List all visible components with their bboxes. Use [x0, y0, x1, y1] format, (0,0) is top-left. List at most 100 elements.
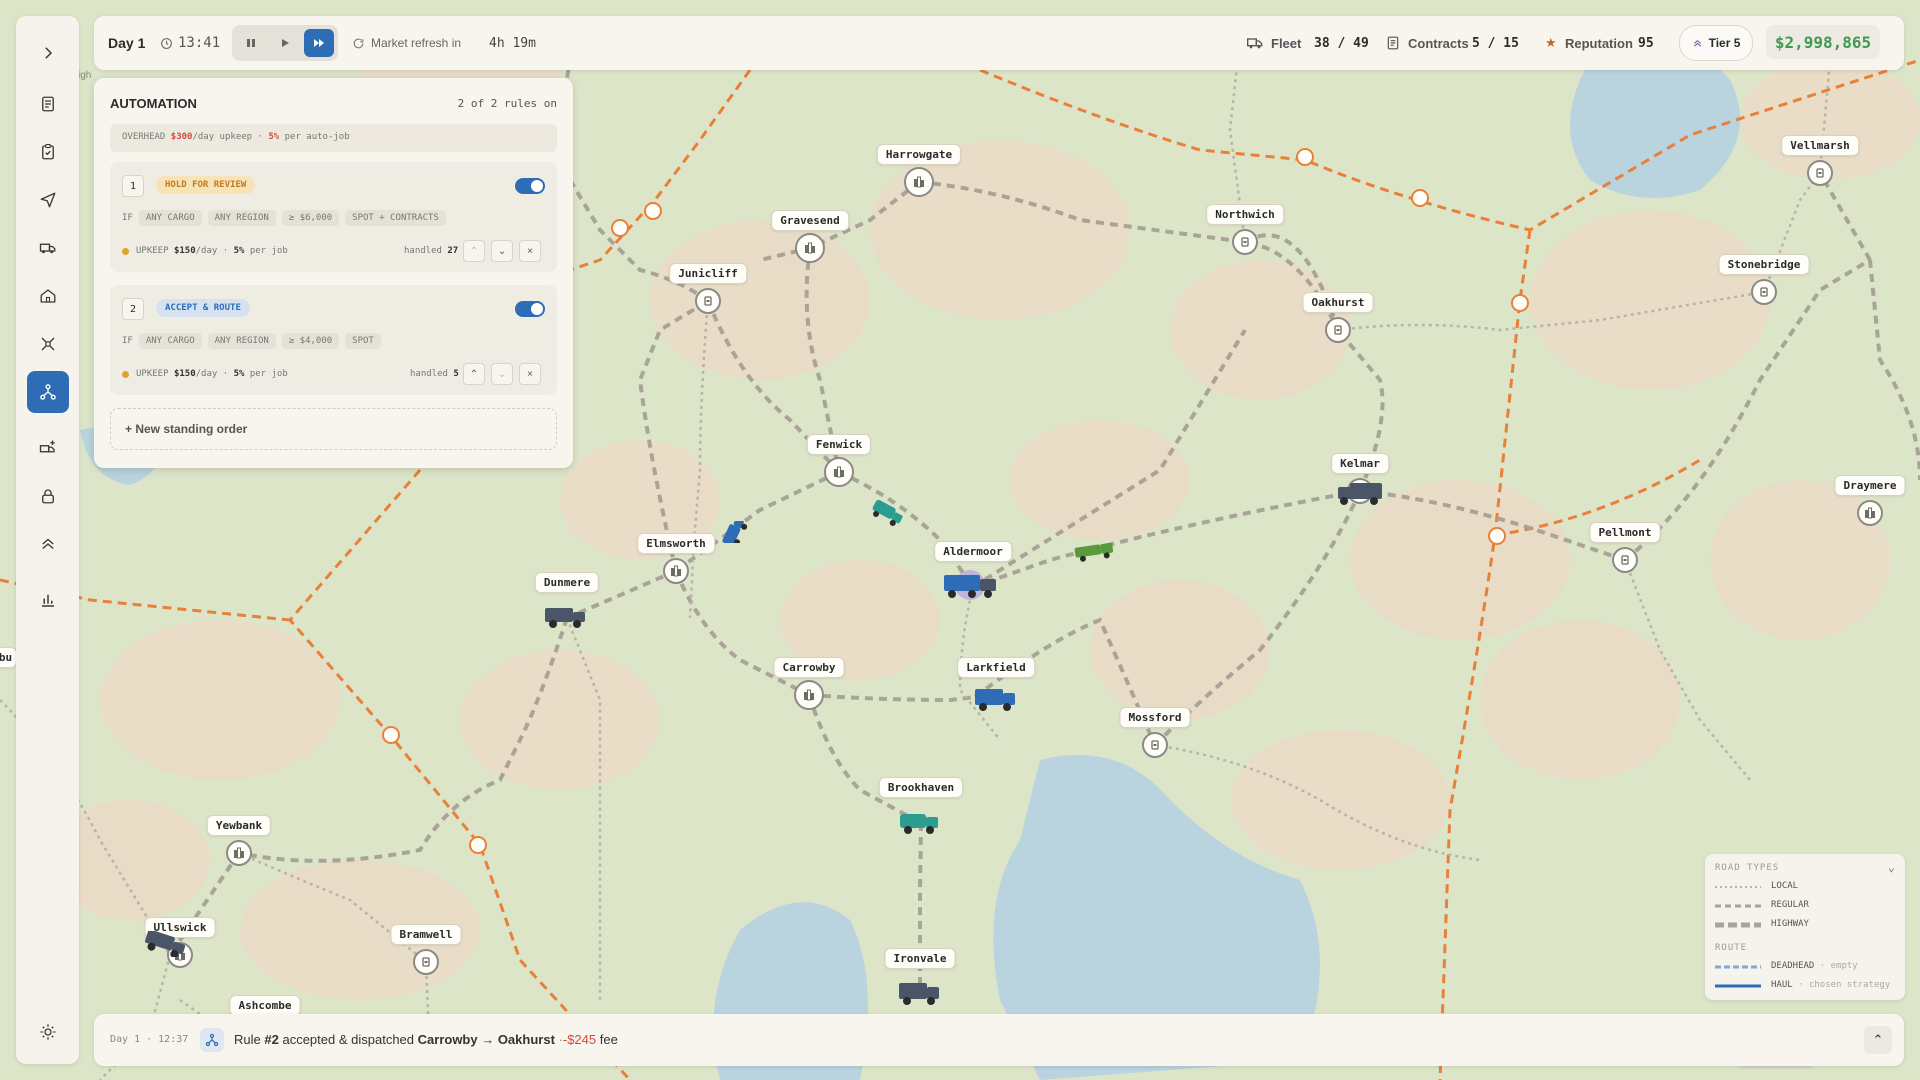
- collapse-legend-button[interactable]: ⌄: [1888, 860, 1895, 874]
- town-label[interactable]: Dunmere: [534, 572, 600, 593]
- move-down-button[interactable]: ⌄: [491, 240, 513, 262]
- move-up-button[interactable]: ⌃: [463, 363, 485, 385]
- sidebar-item-locked[interactable]: [27, 475, 69, 517]
- truck-icon[interactable]: [543, 604, 589, 630]
- expand-log-button[interactable]: ⌃: [1864, 1026, 1892, 1054]
- town-label[interactable]: Harrowgate: [876, 144, 962, 165]
- move-down-button[interactable]: ⌄: [491, 363, 513, 385]
- sidebar-item-fleet[interactable]: [27, 227, 69, 269]
- depot-icon[interactable]: [226, 840, 252, 866]
- automation-event-icon: [200, 1028, 224, 1052]
- rule-enabled-toggle[interactable]: [515, 178, 545, 194]
- depot-icon[interactable]: [1857, 500, 1883, 526]
- town-stop-icon[interactable]: [1325, 317, 1351, 343]
- contracts-icon: [1387, 16, 1399, 70]
- town-label[interactable]: Junicliff: [669, 263, 747, 284]
- town-stop-icon[interactable]: [1232, 229, 1258, 255]
- town-label[interactable]: Mossford: [1119, 707, 1191, 728]
- town-label[interactable]: Kelmar: [1331, 453, 1389, 474]
- depot-icon[interactable]: [663, 558, 689, 584]
- town-label[interactable]: Pellmont: [1589, 522, 1661, 543]
- sidebar-item-buy-truck[interactable]: [27, 427, 69, 469]
- truck-icon[interactable]: [942, 569, 1002, 601]
- town-label[interactable]: Vellmarsh: [1781, 135, 1859, 156]
- town-label[interactable]: Stonebridge: [1718, 254, 1810, 275]
- money-balance: $2,998,865: [1766, 25, 1880, 59]
- fleet-truck-icon: [1247, 16, 1263, 70]
- tier-badge[interactable]: Tier 5: [1679, 25, 1753, 61]
- scope-chip[interactable]: SPOT + CONTRACTS: [345, 210, 446, 226]
- truck-icon[interactable]: [717, 521, 751, 543]
- town-label[interactable]: Carrowby: [773, 657, 845, 678]
- rule-action-badge[interactable]: ACCEPT & ROUTE: [156, 299, 250, 317]
- rule-enabled-toggle[interactable]: [515, 301, 545, 317]
- rule-card[interactable]: 1 HOLD FOR REVIEW IF ANY CARGO ANY REGIO…: [110, 162, 557, 272]
- depot-icon[interactable]: [824, 457, 854, 487]
- sidebar-item-automation[interactable]: [27, 371, 69, 413]
- truck-icon[interactable]: [973, 685, 1019, 711]
- event-log-bar[interactable]: Day 1 · 12:37 Rule #2 accepted & dispatc…: [94, 1014, 1904, 1066]
- new-standing-order-button[interactable]: + New standing order: [110, 408, 557, 450]
- min-value-chip[interactable]: ≥ $4,000: [281, 333, 340, 349]
- town-stop-icon[interactable]: [1612, 547, 1638, 573]
- sidebar-item-depots[interactable]: [27, 275, 69, 317]
- truck-icon[interactable]: [897, 979, 943, 1007]
- town-stop-icon[interactable]: [1142, 732, 1168, 758]
- town-label[interactable]: Bramwell: [390, 924, 462, 945]
- town-label[interactable]: Fenwick: [806, 434, 872, 455]
- town-label[interactable]: Elmsworth: [637, 533, 715, 554]
- new-standing-order-label: + New standing order: [125, 422, 248, 436]
- move-up-button[interactable]: ⌃: [463, 240, 485, 262]
- depot-icon[interactable]: [904, 167, 934, 197]
- pause-button[interactable]: [236, 29, 266, 57]
- region-chip[interactable]: ANY REGION: [207, 210, 276, 226]
- town-label[interactable]: Yewbank: [206, 815, 272, 836]
- regular-road-swatch: [1715, 904, 1761, 908]
- town-stop-icon[interactable]: [695, 288, 721, 314]
- highway-road-swatch: [1715, 922, 1761, 928]
- truck-icon[interactable]: [143, 931, 189, 957]
- truck-icon[interactable]: [1072, 539, 1118, 563]
- upkeep-cost: $150: [173, 246, 196, 256]
- rule-card[interactable]: 2 ACCEPT & ROUTE IF ANY CARGO ANY REGION…: [110, 285, 557, 395]
- sidebar-item-contracts[interactable]: [27, 131, 69, 173]
- depot-icon[interactable]: [795, 233, 825, 263]
- play-button[interactable]: [270, 29, 300, 57]
- upkeep-unit: /day ·: [195, 246, 229, 256]
- town-label[interactable]: Ironvale: [884, 948, 956, 969]
- region-chip[interactable]: ANY REGION: [207, 333, 276, 349]
- town-label[interactable]: Ashcombe: [229, 995, 301, 1016]
- town-label[interactable]: Aldermoor: [934, 541, 1012, 562]
- scope-chip[interactable]: SPOT: [345, 333, 381, 349]
- depot-icon[interactable]: [794, 680, 824, 710]
- town-stop-icon[interactable]: [1807, 160, 1833, 186]
- chevrons-up-icon: [42, 538, 54, 550]
- sidebar-item-stats[interactable]: [27, 579, 69, 621]
- min-value-chip[interactable]: ≥ $6,000: [281, 210, 340, 226]
- rule-action-badge[interactable]: HOLD FOR REVIEW: [156, 176, 256, 194]
- town-label[interactable]: Larkfield: [957, 657, 1035, 678]
- town-label[interactable]: Draymere: [1834, 475, 1906, 496]
- town-label[interactable]: Northwich: [1206, 204, 1284, 225]
- fast-forward-button[interactable]: [304, 29, 334, 57]
- job-pct: 5%: [233, 369, 245, 379]
- expand-sidebar-button[interactable]: [27, 32, 69, 74]
- event-timestamp: Day 1 · 12:37: [110, 1034, 189, 1045]
- delete-rule-button[interactable]: ×: [519, 240, 541, 262]
- town-label[interactable]: Brookhaven: [878, 777, 964, 798]
- sidebar-item-ledger[interactable]: [27, 83, 69, 125]
- delete-rule-button[interactable]: ×: [519, 363, 541, 385]
- town-stop-icon[interactable]: [413, 949, 439, 975]
- cargo-chip[interactable]: ANY CARGO: [138, 210, 202, 226]
- sidebar-item-dispatch[interactable]: [27, 179, 69, 221]
- sidebar-item-routes[interactable]: [27, 323, 69, 365]
- truck-icon[interactable]: [898, 809, 942, 835]
- truck-icon[interactable]: [1334, 477, 1386, 507]
- cargo-chip[interactable]: ANY CARGO: [138, 333, 202, 349]
- town-label[interactable]: Oakhurst: [1302, 292, 1374, 313]
- sidebar-item-upgrades[interactable]: [27, 523, 69, 565]
- town-label[interactable]: Gravesend: [771, 210, 849, 231]
- town-stop-icon[interactable]: [1751, 279, 1777, 305]
- truck-icon[interactable]: [869, 500, 909, 526]
- settings-button[interactable]: [27, 1011, 69, 1053]
